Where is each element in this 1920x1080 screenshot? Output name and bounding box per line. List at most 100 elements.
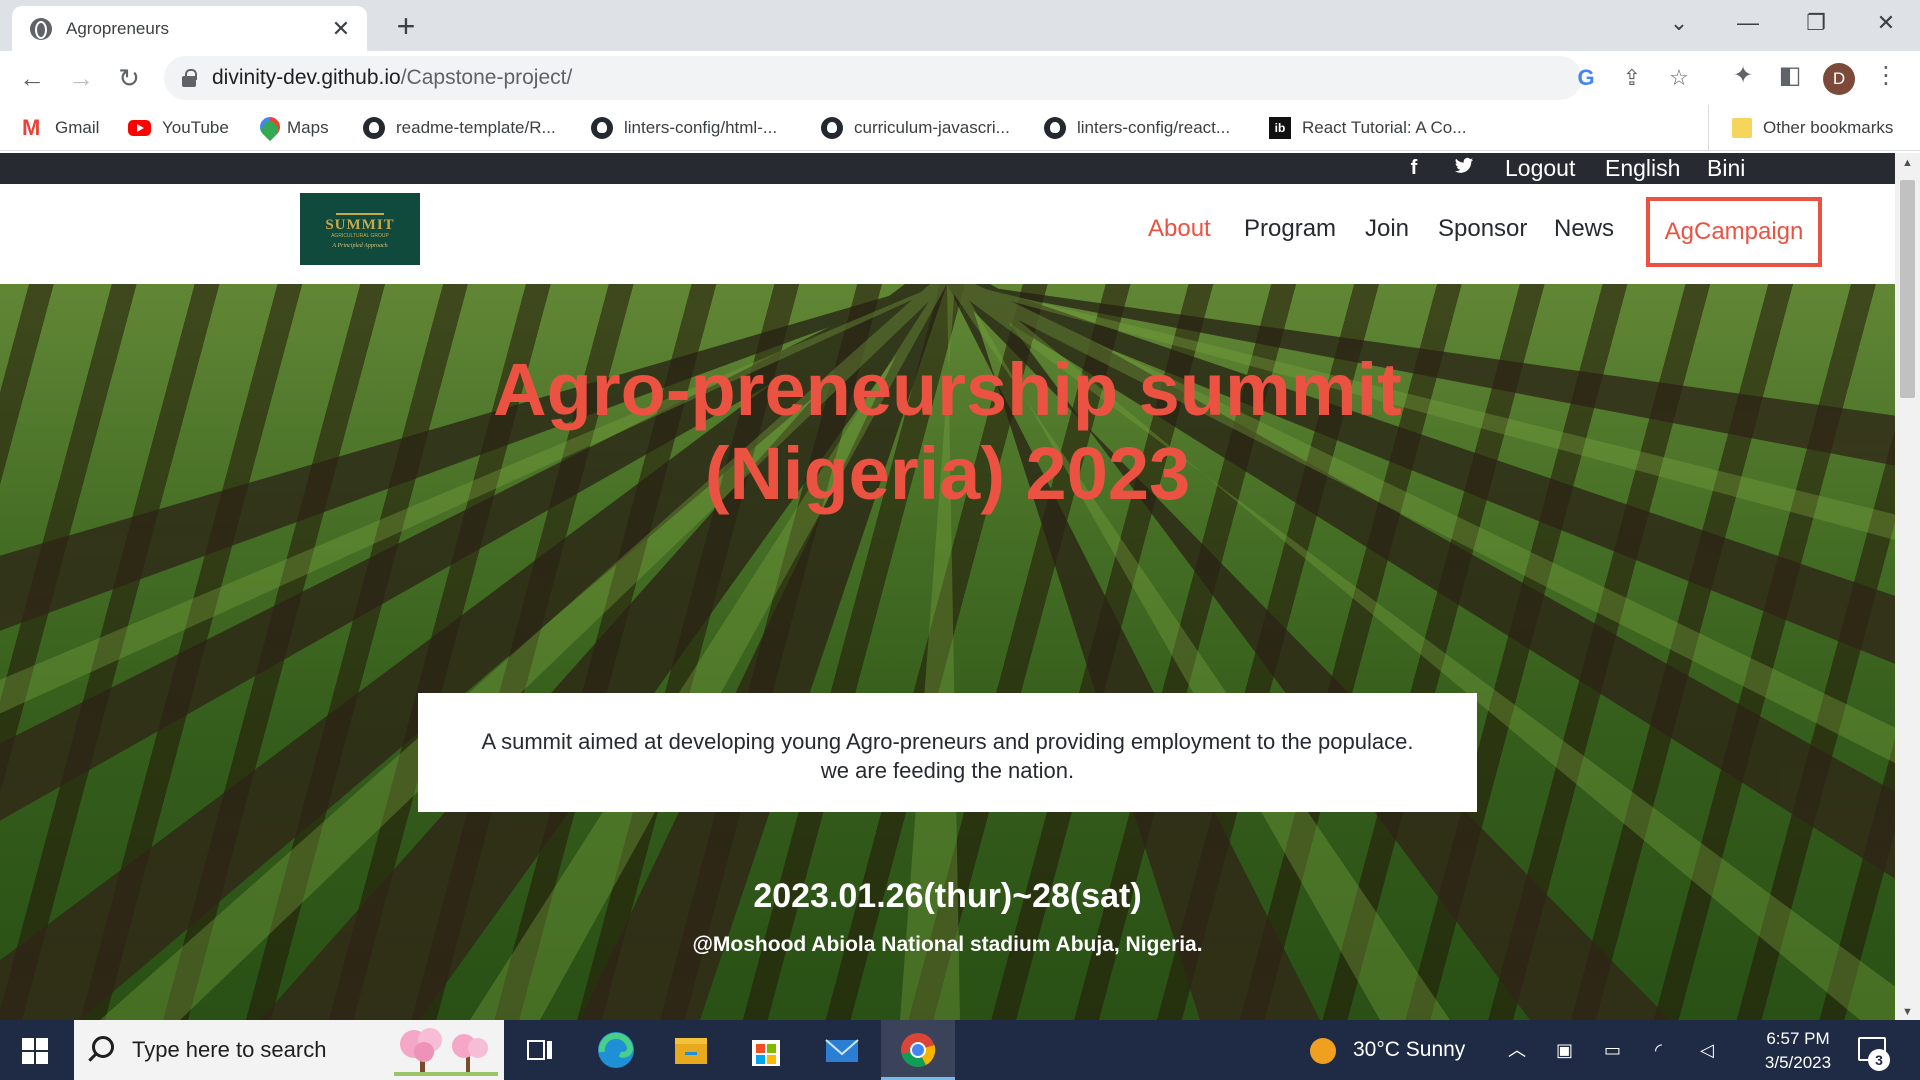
taskbar-search-box[interactable]: Type here to search xyxy=(74,1020,504,1080)
bookmark-curriculum-javascript[interactable]: curriculum-javascri... xyxy=(821,105,1010,151)
side-panel-icon[interactable]: ◧ xyxy=(1774,60,1806,92)
taskbar-search-placeholder: Type here to search xyxy=(132,1037,327,1062)
youtube-icon xyxy=(128,120,151,136)
show-hidden-icons-icon[interactable]: ︿ xyxy=(1508,1020,1526,1080)
tab-title: Agropreneurs xyxy=(66,18,170,38)
bookmark-label: YouTube xyxy=(162,118,229,137)
search-icon xyxy=(92,1036,114,1058)
bookmarks-bar: Gmail YouTube Maps readme-template/R... … xyxy=(0,105,1920,151)
google-lens-icon[interactable]: G xyxy=(1572,64,1600,92)
nav-news[interactable]: News xyxy=(1554,208,1614,250)
microsoft-store-icon[interactable] xyxy=(744,1028,788,1072)
wifi-icon[interactable]: ◜ xyxy=(1655,1020,1662,1080)
hero-description-line-1: A summit aimed at developing young Agro-… xyxy=(481,729,1414,754)
github-icon xyxy=(821,117,843,139)
extensions-icon[interactable]: ✦ xyxy=(1727,60,1759,92)
close-tab-icon[interactable]: ✕ xyxy=(329,16,353,42)
chrome-icon[interactable] xyxy=(896,1028,940,1072)
ib-icon: ib xyxy=(1269,117,1291,139)
logo-tagline: A Principled Approach xyxy=(332,243,388,249)
forward-icon[interactable]: → xyxy=(63,60,99,96)
github-icon xyxy=(363,117,385,139)
new-tab-button[interactable]: + xyxy=(390,8,422,44)
volume-icon[interactable]: ◁ xyxy=(1700,1020,1714,1080)
cherry-blossom-icon xyxy=(394,1028,498,1076)
system-clock[interactable]: 6:57 PM 3/5/2023 xyxy=(1748,1027,1848,1075)
bookmark-gmail[interactable]: Gmail xyxy=(22,105,99,151)
clock-time: 6:57 PM xyxy=(1766,1029,1830,1048)
github-icon xyxy=(591,117,613,139)
logo-subtitle: AGRICULTURAL GROUP xyxy=(331,233,389,239)
other-bookmarks-label: Other bookmarks xyxy=(1763,118,1894,137)
globe-icon xyxy=(30,17,52,40)
clock-date: 3/5/2023 xyxy=(1764,1053,1832,1072)
logout-link[interactable]: Logout xyxy=(1505,153,1575,184)
bookmark-label: linters-config/html-... xyxy=(624,118,778,137)
weather-sun-icon[interactable] xyxy=(1310,1038,1336,1064)
nav-sponsor[interactable]: Sponsor xyxy=(1438,208,1527,250)
windows-taskbar: Type here to search 30°C Sunny ︿ ▣ ▭ ◜ ◁ xyxy=(0,1020,1920,1080)
browser-tab[interactable]: Agropreneurs ✕ xyxy=(12,6,367,51)
bookmark-label: linters-config/react... xyxy=(1077,118,1231,137)
other-bookmarks[interactable]: Other bookmarks xyxy=(1708,105,1893,151)
bookmark-label: Maps xyxy=(287,118,329,137)
weather-text[interactable]: 30°C Sunny xyxy=(1353,1020,1465,1080)
event-venue: @Moshood Abiola National stadium Abuja, … xyxy=(692,933,1203,956)
menu-icon[interactable]: ⋮ xyxy=(1870,60,1902,92)
bookmark-label: readme-template/R... xyxy=(396,118,556,137)
scroll-down-arrow-icon[interactable]: ▼ xyxy=(1902,1006,1913,1018)
profile-avatar[interactable]: D xyxy=(1823,63,1855,95)
tab-search-icon[interactable]: ⌄ xyxy=(1659,8,1699,38)
nav-agcampaign-button[interactable]: AgCampaign xyxy=(1646,197,1822,267)
share-icon[interactable]: ⇪ xyxy=(1618,64,1646,92)
site-header: SUMMIT AGRICULTURAL GROUP A Principled A… xyxy=(0,184,1895,284)
reload-icon[interactable]: ↻ xyxy=(111,60,147,96)
maps-icon xyxy=(260,117,276,139)
minimize-icon[interactable]: — xyxy=(1728,8,1768,38)
page-scrollbar[interactable]: ▲ ▼ xyxy=(1895,153,1920,1020)
bookmark-label: React Tutorial: A Co... xyxy=(1302,118,1467,137)
notification-count-badge: 3 xyxy=(1868,1049,1890,1071)
task-view-icon[interactable] xyxy=(518,1028,562,1072)
meet-now-icon[interactable]: ▣ xyxy=(1556,1020,1573,1080)
site-topbar: f Logout English Bini xyxy=(0,153,1895,184)
url-text[interactable]: divinity-dev.github.io/Capstone-project/ xyxy=(212,56,572,100)
mail-icon[interactable] xyxy=(820,1028,864,1072)
bookmark-linters-html[interactable]: linters-config/html-... xyxy=(591,105,777,151)
restore-icon[interactable]: ❐ xyxy=(1796,8,1836,38)
back-icon[interactable]: ← xyxy=(14,60,50,96)
chrome-shape xyxy=(901,1033,936,1067)
nav-about[interactable]: About xyxy=(1148,208,1211,250)
user-link[interactable]: Bini xyxy=(1707,153,1745,184)
file-explorer-icon[interactable] xyxy=(669,1028,713,1072)
bookmark-label: curriculum-javascri... xyxy=(854,118,1010,137)
facebook-icon[interactable]: f xyxy=(1403,157,1425,179)
close-window-icon[interactable]: ✕ xyxy=(1866,8,1906,38)
gmail-icon xyxy=(22,115,44,141)
site-logo[interactable]: SUMMIT AGRICULTURAL GROUP A Principled A… xyxy=(300,193,420,265)
windows-start-icon[interactable] xyxy=(22,1038,48,1064)
bookmark-maps[interactable]: Maps xyxy=(260,105,329,151)
twitter-icon[interactable] xyxy=(1453,157,1475,179)
scroll-up-arrow-icon[interactable]: ▲ xyxy=(1902,157,1913,169)
bookmark-star-icon[interactable]: ☆ xyxy=(1665,64,1693,92)
hero-description-line-2: we are feeding the nation. xyxy=(820,758,1075,783)
lock-icon[interactable] xyxy=(182,69,197,87)
edge-browser-icon[interactable] xyxy=(594,1028,638,1072)
nav-program[interactable]: Program xyxy=(1244,208,1336,250)
battery-icon[interactable]: ▭ xyxy=(1604,1020,1621,1080)
scroll-thumb[interactable] xyxy=(1900,180,1915,398)
github-icon xyxy=(1044,117,1066,139)
logo-rule xyxy=(336,213,384,215)
twitter-bird-shape xyxy=(1454,157,1474,173)
bookmark-react-tutorial[interactable]: ib React Tutorial: A Co... xyxy=(1269,105,1466,151)
bookmark-linters-react[interactable]: linters-config/react... xyxy=(1044,105,1230,151)
browser-toolbar: ← → ↻ divinity-dev.github.io/Capstone-pr… xyxy=(0,51,1920,105)
nav-join[interactable]: Join xyxy=(1365,208,1409,250)
bookmark-readme-template[interactable]: readme-template/R... xyxy=(363,105,556,151)
bookmark-youtube[interactable]: YouTube xyxy=(128,105,229,151)
language-link[interactable]: English xyxy=(1605,153,1680,184)
address-bar[interactable]: divinity-dev.github.io/Capstone-project/… xyxy=(164,56,1689,100)
task-view-shape xyxy=(527,1040,552,1060)
folder-icon xyxy=(1732,118,1752,138)
